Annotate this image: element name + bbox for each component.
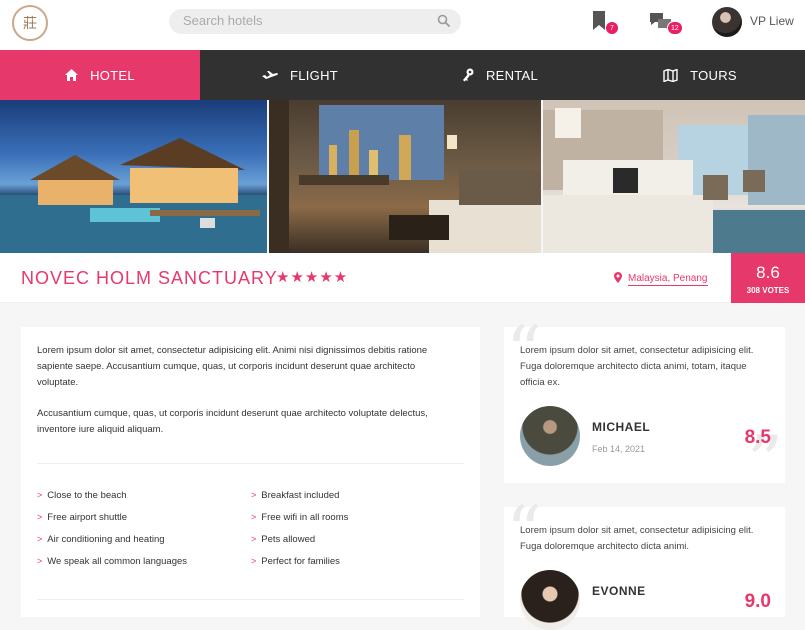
chevron-right-icon: > [37, 490, 43, 500]
logo-text: 莊 [23, 16, 37, 32]
plane-icon [261, 70, 278, 80]
divider [37, 463, 464, 464]
messages-badge: 12 [667, 21, 683, 35]
tab-tours[interactable]: TOURS [600, 50, 800, 100]
chevron-right-icon: > [37, 512, 43, 522]
map-icon [663, 68, 678, 82]
feature-item: > Free wifi in all rooms [251, 512, 349, 523]
tab-hotel[interactable]: HOTEL [0, 50, 200, 100]
review-score: 8.5 [744, 427, 771, 448]
tab-hotel-label: HOTEL [90, 67, 135, 83]
feature-item: > Close to the beach [37, 490, 127, 501]
hotel-location[interactable]: Malaysia, Penang [614, 270, 708, 288]
tab-rental-label: RENTAL [485, 67, 539, 83]
hotel-votes: 308 VOTES [746, 286, 790, 295]
chevron-right-icon: > [37, 534, 43, 544]
map-pin-icon [614, 270, 622, 288]
bookmark-badge: 7 [605, 21, 619, 35]
search-icon[interactable] [437, 14, 451, 33]
top-bar: 莊 7 12 VP Liew [0, 0, 805, 50]
search-input[interactable] [183, 13, 423, 28]
review-card: “ Lorem ipsum dolor sit amet, consectetu… [504, 497, 785, 630]
bookmark-icon[interactable] [592, 11, 606, 36]
hotel-score-box: 8.6 308 VOTES [731, 253, 805, 303]
reviewer-name: EVONNE [592, 584, 646, 598]
gallery-photo-suite[interactable] [269, 100, 541, 253]
search-bar[interactable] [169, 9, 461, 34]
feature-item: > Perfect for families [251, 556, 340, 567]
review-score: 9.0 [744, 591, 771, 612]
description-paragraph-1: Lorem ipsum dolor sit amet, consectetur … [37, 345, 428, 388]
feature-item: > We speak all common languages [37, 556, 188, 567]
main-nav: HOTEL FLIGHT RENTAL TOURS [0, 50, 805, 100]
location-link[interactable]: Malaysia, Penang [628, 273, 708, 286]
review-text: Lorem ipsum dolor sit amet, consectetur … [520, 525, 754, 552]
hotel-title-bar: NOVEC HOLM SANCTUARY ★★★★★ Malaysia, Pen… [0, 253, 805, 303]
description-paragraph-2: Accusantium cumque, quas, ut corporis in… [37, 408, 428, 435]
feature-item: > Breakfast included [251, 490, 340, 501]
chevron-right-icon: > [251, 512, 257, 522]
key-icon [462, 68, 474, 82]
tab-rental[interactable]: RENTAL [400, 50, 600, 100]
chevron-right-icon: > [251, 490, 257, 500]
feature-item: > Free airport shuttle [37, 512, 127, 523]
hotel-score: 8.6 [756, 263, 780, 282]
tab-tours-label: TOURS [690, 67, 737, 83]
chevron-right-icon: > [251, 556, 257, 566]
star-rating: ★★★★★ [276, 269, 349, 286]
avatar[interactable] [712, 7, 742, 37]
review-card: “ ” Lorem ipsum dolor sit amet, consecte… [504, 317, 785, 497]
feature-item: > Air conditioning and heating [37, 534, 165, 545]
reviewer-avatar [520, 406, 580, 466]
reviewer-avatar [520, 570, 580, 630]
photo-gallery [0, 100, 805, 253]
review-date: Feb 14, 2021 [592, 444, 646, 454]
feature-item: > Pets allowed [251, 534, 316, 545]
gallery-photo-villas[interactable] [0, 100, 268, 253]
username[interactable]: VP Liew [750, 14, 794, 28]
tab-flight[interactable]: FLIGHT [200, 50, 400, 100]
review-text: Lorem ipsum dolor sit amet, consectetur … [520, 345, 754, 388]
home-icon [65, 69, 79, 81]
chevron-right-icon: > [37, 556, 43, 566]
reviewer-name: MICHAEL [592, 420, 651, 434]
divider [37, 599, 464, 600]
description-card: Lorem ipsum dolor sit amet, consectetur … [21, 327, 480, 617]
logo[interactable]: 莊 [12, 5, 48, 41]
gallery-photo-bedroom[interactable] [542, 100, 805, 253]
chevron-right-icon: > [251, 534, 257, 544]
hotel-name: NOVEC HOLM SANCTUARY [21, 268, 278, 288]
tab-flight-label: FLIGHT [289, 67, 339, 83]
